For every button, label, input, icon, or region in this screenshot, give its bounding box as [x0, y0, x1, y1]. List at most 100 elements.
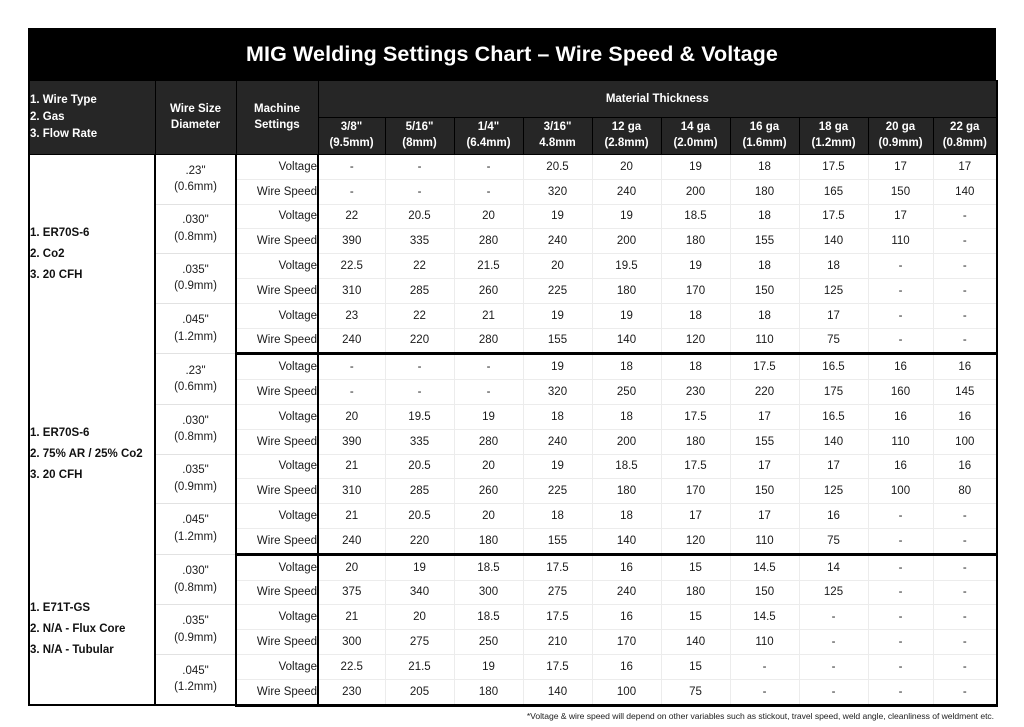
value-cell: 20.5 [523, 154, 593, 180]
value-cell: 150 [730, 580, 800, 606]
value-cell: 75 [799, 328, 869, 356]
value-cell: 280 [454, 429, 524, 455]
table-row: 1. ER70S-6 2. 75% AR / 25% Co2 3. 20 CFH .2… [29, 353, 998, 555]
value-cell: 140 [592, 528, 662, 556]
value-cell: - [454, 353, 524, 381]
setting-label-voltage: Voltage [236, 654, 319, 680]
wire-size-metric: (1.2mm) [174, 330, 217, 343]
value-cell: 280 [454, 328, 524, 356]
setting-label-voltage: Voltage [236, 353, 319, 381]
value-cell: 17 [799, 303, 869, 329]
value-cell: 320 [523, 379, 593, 405]
footnote-text: *Voltage & wire speed will depend on oth… [526, 710, 994, 721]
value-cell: 20 [523, 253, 593, 279]
value-cell: - [933, 328, 998, 356]
value-cell: 14 [799, 554, 869, 581]
value-cell: 19 [592, 204, 662, 230]
value-cell: 390 [318, 429, 386, 455]
wire-size-cell: .045" (1.2mm) [155, 303, 237, 355]
value-cell: 21 [318, 503, 386, 529]
value-cell: 18 [592, 404, 662, 430]
value-cell: 110 [730, 629, 800, 655]
value-cell: 150 [730, 278, 800, 304]
value-cell: 180 [454, 679, 524, 707]
value-cell: 18.5 [454, 554, 524, 581]
value-cell: 140 [592, 328, 662, 356]
value-cell: 125 [799, 478, 869, 505]
value-cell: 160 [868, 379, 934, 405]
value-cell: 240 [523, 228, 593, 255]
machine-settings-label-1: Machine [253, 102, 300, 115]
wire-size-cell: .045" (1.2mm) [155, 503, 237, 555]
mig-settings-table: 1. Wire Type 2. Gas 3. Flow Rate Wire Si… [28, 80, 999, 707]
header-machine-settings-column: Machine Settings [235, 80, 319, 155]
value-cell: 17.5 [799, 204, 869, 230]
value-cell: - [799, 679, 869, 707]
value-cell: 17 [868, 204, 934, 230]
value-cell: 230 [318, 679, 386, 707]
value-cell: 17.5 [523, 604, 593, 631]
thickness-metric: (9.5mm) [329, 137, 374, 149]
value-cell: 19.5 [592, 253, 662, 279]
value-cell: 260 [454, 278, 524, 304]
value-cell: 19 [523, 454, 593, 480]
value-cell: 18 [523, 503, 593, 529]
value-cell: 180 [730, 179, 800, 205]
value-cell: 22 [318, 204, 386, 230]
value-cell: 145 [933, 379, 998, 405]
value-cell: 80 [933, 478, 998, 505]
value-cell: 100 [933, 429, 998, 455]
value-cell: 19 [454, 654, 524, 680]
value-cell: 20 [454, 503, 524, 529]
table-row: .045" (1.2mm) Voltage 23 22 21 19 19 18 18 17- - [29, 303, 998, 355]
value-cell: 180 [661, 429, 731, 455]
value-cell: - [385, 353, 455, 381]
value-cell: 275 [523, 580, 593, 606]
value-cell: 22.5 [318, 654, 386, 680]
value-cell: 21 [318, 454, 386, 480]
value-cell: 180 [454, 528, 524, 556]
value-cell: - [933, 278, 998, 304]
header-thickness-3: 3/16" 4.8mm [522, 117, 593, 155]
table-row: .030" (0.8mm) Voltage 22 20.5 20 19 19 18.5 18 17.… [29, 204, 998, 255]
value-cell: - [454, 154, 524, 180]
value-cell: 220 [730, 379, 800, 405]
block-spec-line-2: 2. N/A - Flux Core [30, 623, 126, 636]
value-cell: 21 [318, 604, 386, 631]
wire-size-cell: .030" (0.8mm) [155, 204, 237, 255]
value-cell: 17 [661, 503, 731, 529]
block-spec-cell: 1. ER70S-6 2. Co2 3. 20 CFH [29, 154, 156, 354]
value-cell: 75 [799, 528, 869, 556]
value-cell: 120 [661, 328, 731, 356]
setting-label-wire-speed: Wire Speed [236, 379, 319, 405]
wire-size-metric: (0.8mm) [174, 581, 217, 594]
value-cell: 225 [523, 478, 593, 505]
header-thickness-5: 14 ga (2.0mm) [660, 117, 731, 155]
setting-label-voltage: Voltage [236, 253, 319, 279]
block-spec-line-2: 2. 75% AR / 25% Co2 [30, 448, 143, 461]
wire-size-inch: .030" [182, 214, 209, 227]
header-thickness-0: 3/8" (9.5mm) [317, 117, 386, 155]
setting-label-wire-speed: Wire Speed [236, 580, 319, 606]
value-cell: 16.5 [799, 404, 869, 430]
value-cell: - [868, 604, 934, 631]
value-cell: 250 [592, 379, 662, 405]
wire-size-metric: (0.6mm) [174, 181, 217, 194]
value-cell: 140 [661, 629, 731, 655]
value-cell: - [318, 179, 386, 205]
header-wire-size-column: Wire Size Diameter [154, 80, 237, 155]
value-cell: - [868, 328, 934, 356]
wire-size-cell: .035" (0.9mm) [155, 253, 237, 304]
thickness-label: 3/8" [340, 121, 363, 134]
header-thickness-2: 1/4" (6.4mm) [453, 117, 524, 155]
value-cell: 17 [933, 154, 998, 180]
value-cell: - [454, 379, 524, 405]
value-cell: 240 [592, 580, 662, 606]
value-cell: 18.5 [661, 204, 731, 230]
value-cell: 16 [933, 353, 998, 381]
table-row: .030" (0.8mm) Voltage 20 19.5 19 18 18 17.5 17 16.… [29, 404, 998, 455]
value-cell: 18.5 [454, 604, 524, 631]
value-cell: 19 [592, 303, 662, 329]
spec-line-2: 2. Gas [30, 111, 65, 124]
header-material-thickness-group: Material Thickness [317, 80, 998, 118]
